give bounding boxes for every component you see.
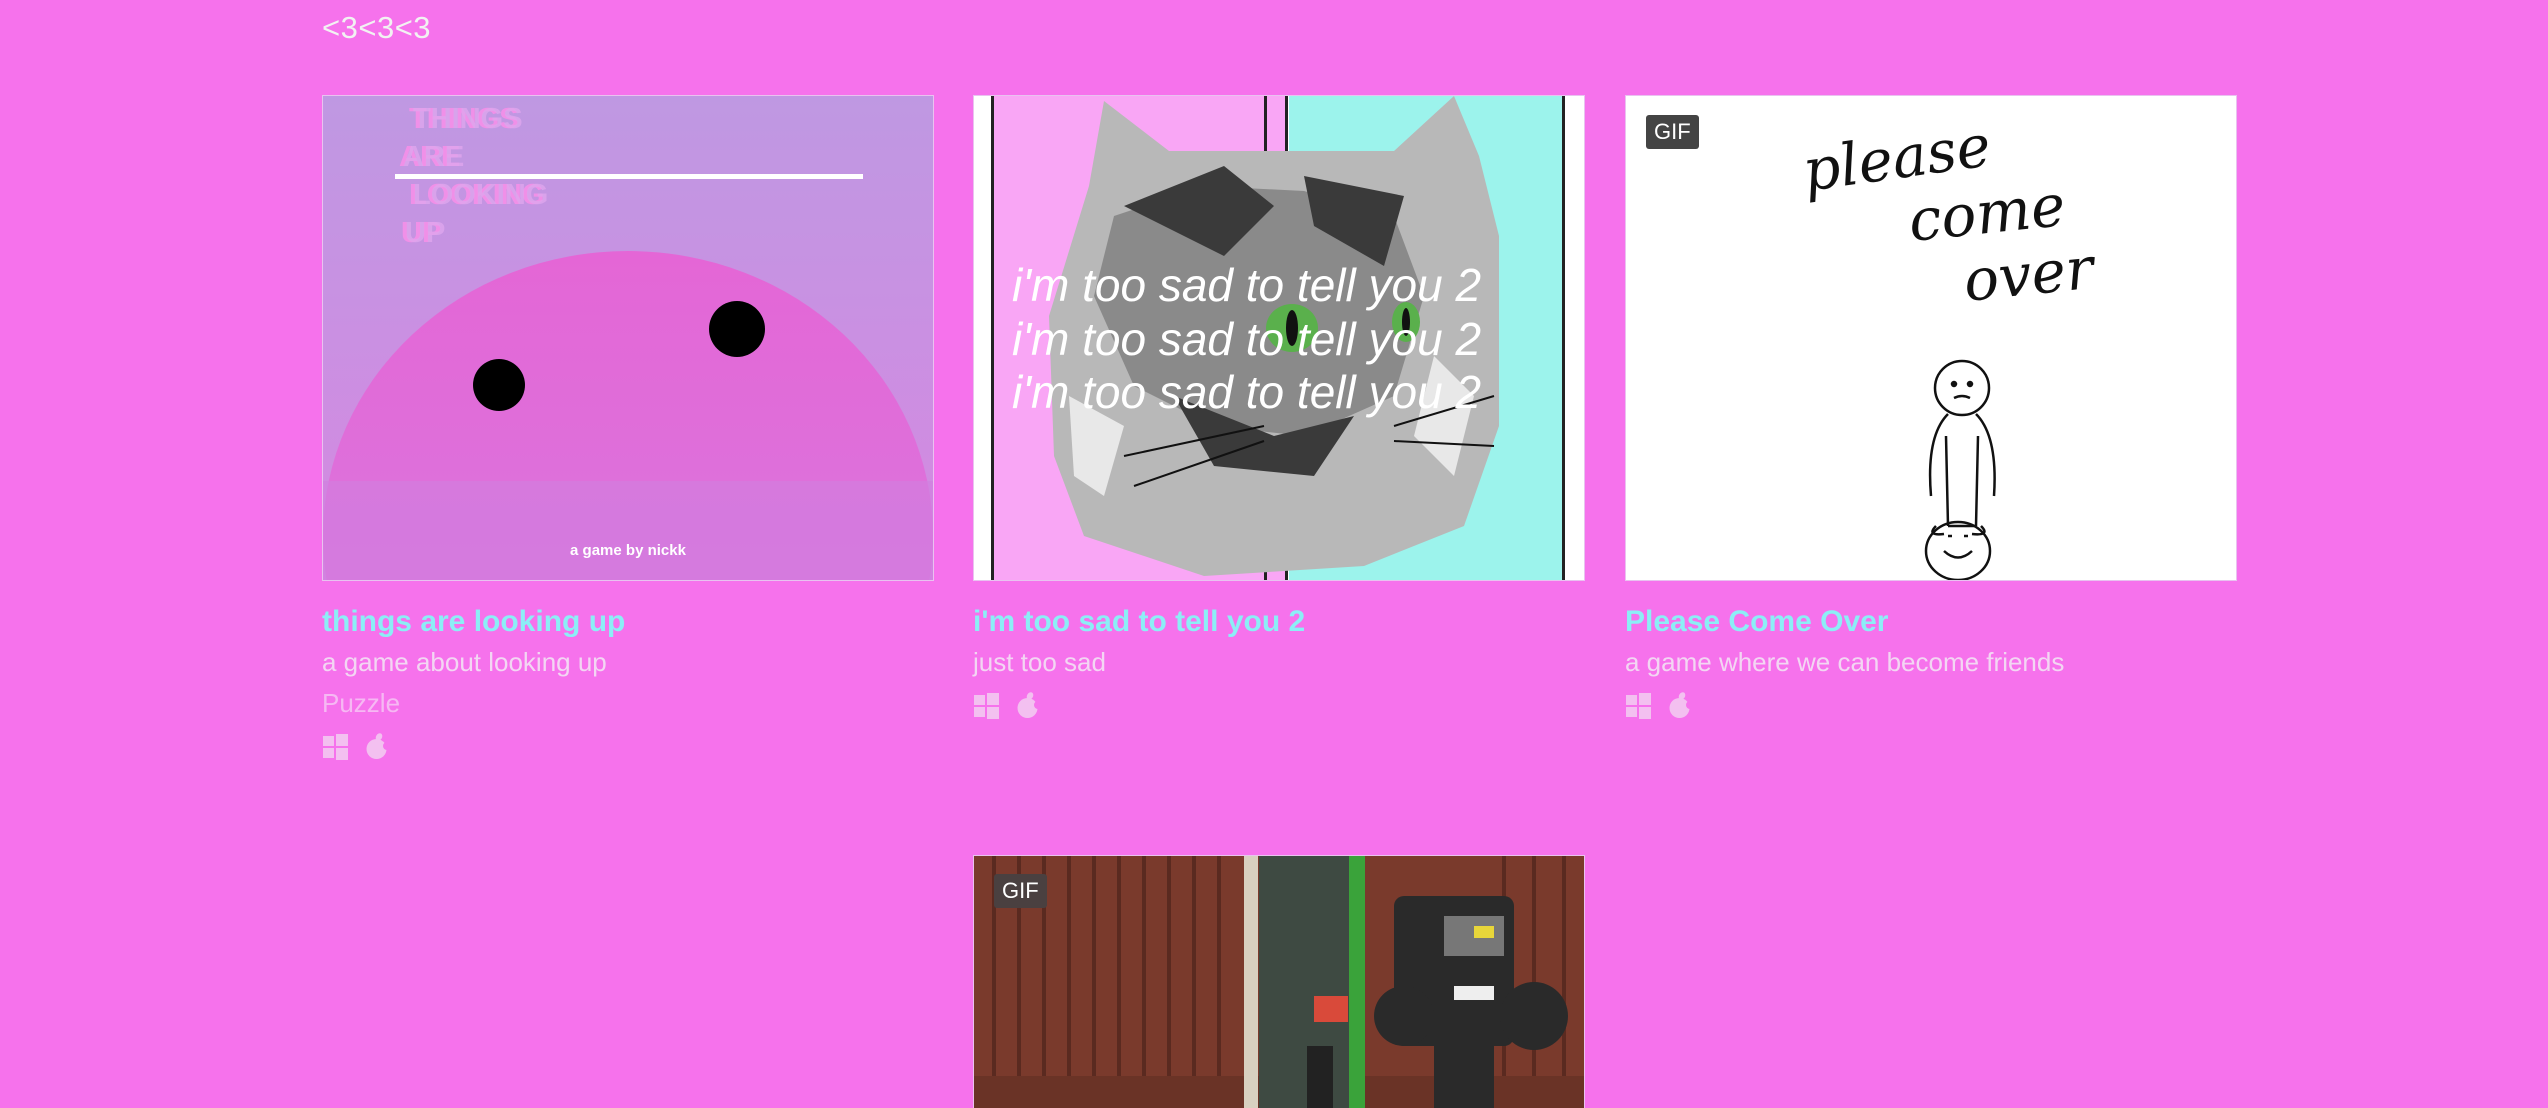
game-description: just too sad xyxy=(973,647,1106,677)
game-genre: Puzzle xyxy=(322,688,401,718)
thumb-title-line-shadow: LOOKING xyxy=(413,179,548,211)
apple-icon xyxy=(363,733,390,760)
thumbnail-image xyxy=(974,856,1584,1108)
platform-list xyxy=(973,692,1585,719)
game-card: THINGS THINGS ARE ARE LOOKING LOOKING UP… xyxy=(322,95,934,760)
game-card: please come over GIF Please Come Over a xyxy=(1625,95,2237,719)
game-card: GIF xyxy=(973,855,1585,1108)
collection-title: <3<3<3 xyxy=(322,10,432,45)
thumb-credit: a game by nickk xyxy=(570,542,687,559)
thumb-caption: i'm too sad to tell you 2 xyxy=(1012,366,1481,418)
platform-list xyxy=(322,733,934,760)
game-description: a game about looking up xyxy=(322,647,607,677)
platform-list xyxy=(1625,692,2237,719)
windows-icon xyxy=(1625,692,1652,719)
game-title-link[interactable]: i'm too sad to tell you 2 xyxy=(973,605,1585,639)
game-title-link[interactable]: Please Come Over xyxy=(1625,605,2237,639)
thumb-caption: i'm too sad to tell you 2 xyxy=(1012,259,1481,311)
thumbnail-image: THINGS THINGS ARE ARE LOOKING LOOKING UP… xyxy=(323,96,933,580)
game-title-link[interactable]: things are looking up xyxy=(322,605,934,639)
apple-icon xyxy=(1014,692,1041,719)
handwritten-word: over xyxy=(1960,233,2099,315)
thumbnail-image: i'm too sad to tell you 2 i'm too sad to… xyxy=(974,96,1584,580)
game-description: a game where we can become friends xyxy=(1625,647,2065,677)
thumb-caption: i'm too sad to tell you 2 xyxy=(1012,313,1481,365)
game-card: i'm too sad to tell you 2 i'm too sad to… xyxy=(973,95,1585,719)
game-thumbnail[interactable]: i'm too sad to tell you 2 i'm too sad to… xyxy=(973,95,1585,581)
game-thumbnail[interactable]: THINGS THINGS ARE ARE LOOKING LOOKING UP… xyxy=(322,95,934,581)
thumbnail-image: please come over xyxy=(1626,96,2236,580)
game-thumbnail[interactable]: please come over GIF xyxy=(1625,95,2237,581)
game-collection-page: <3<3<3 THINGS THINGS ARE ARE LOOKING LOO… xyxy=(0,0,2548,1108)
gif-badge: GIF xyxy=(994,874,1047,908)
apple-icon xyxy=(1666,692,1693,719)
gif-badge: GIF xyxy=(1646,115,1699,149)
thumb-title-line-shadow: THINGS xyxy=(413,103,523,135)
game-thumbnail[interactable]: GIF xyxy=(973,855,1585,1108)
thumb-title-line-shadow: ARE xyxy=(403,141,464,173)
thumb-title-line-shadow: UP xyxy=(405,217,445,249)
windows-icon xyxy=(322,733,349,760)
windows-icon xyxy=(973,692,1000,719)
